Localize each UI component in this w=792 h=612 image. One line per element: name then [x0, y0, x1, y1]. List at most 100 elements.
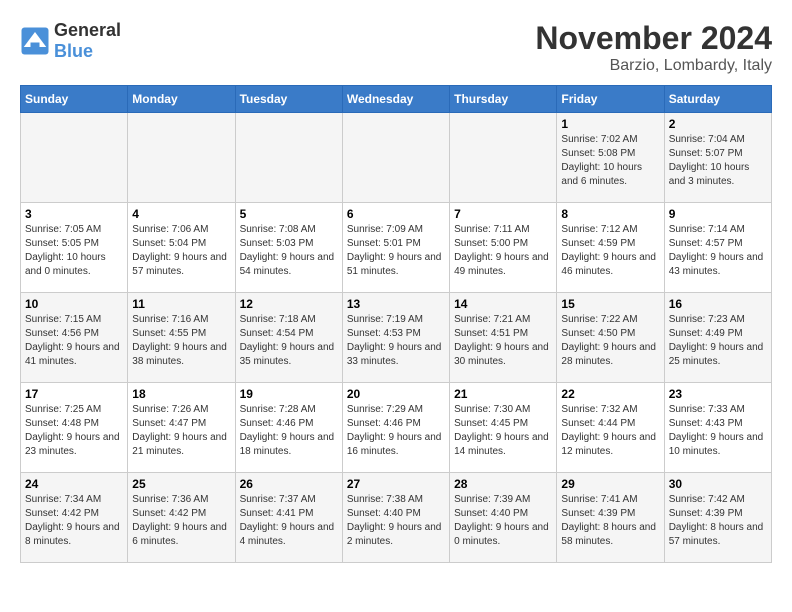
day-info: Sunrise: 7:02 AM Sunset: 5:08 PM Dayligh… — [561, 133, 659, 189]
day-info: Sunrise: 7:41 AM Sunset: 4:39 PM Dayligh… — [561, 493, 659, 549]
calendar-cell: 2 Sunrise: 7:04 AM Sunset: 5:07 PM Daylig… — [664, 113, 771, 203]
weekday-header: Monday — [128, 86, 235, 113]
day-info: Sunrise: 7:38 AM Sunset: 4:40 PM Dayligh… — [347, 493, 445, 549]
day-info: Sunrise: 7:21 AM Sunset: 4:51 PM Dayligh… — [454, 313, 552, 369]
calendar-cell: 15 Sunrise: 7:22 AM Sunset: 4:50 PM Dayli… — [557, 293, 664, 383]
day-number: 17 — [25, 387, 123, 401]
day-number: 26 — [240, 477, 338, 491]
day-info: Sunrise: 7:14 AM Sunset: 4:57 PM Dayligh… — [669, 223, 767, 279]
day-info: Sunrise: 7:25 AM Sunset: 4:48 PM Dayligh… — [25, 403, 123, 459]
day-number: 22 — [561, 387, 659, 401]
day-info: Sunrise: 7:26 AM Sunset: 4:47 PM Dayligh… — [132, 403, 230, 459]
day-info: Sunrise: 7:36 AM Sunset: 4:42 PM Dayligh… — [132, 493, 230, 549]
calendar-cell: 16 Sunrise: 7:23 AM Sunset: 4:49 PM Dayli… — [664, 293, 771, 383]
calendar-cell: 24 Sunrise: 7:34 AM Sunset: 4:42 PM Dayli… — [21, 473, 128, 563]
day-info: Sunrise: 7:30 AM Sunset: 4:45 PM Dayligh… — [454, 403, 552, 459]
day-info: Sunrise: 7:32 AM Sunset: 4:44 PM Dayligh… — [561, 403, 659, 459]
calendar-cell: 19 Sunrise: 7:28 AM Sunset: 4:46 PM Dayli… — [235, 383, 342, 473]
logo-general: General — [54, 20, 121, 40]
weekday-header: Tuesday — [235, 86, 342, 113]
day-info: Sunrise: 7:15 AM Sunset: 4:56 PM Dayligh… — [25, 313, 123, 369]
day-number: 9 — [669, 207, 767, 221]
day-number: 30 — [669, 477, 767, 491]
day-number: 6 — [347, 207, 445, 221]
weekday-header: Sunday — [21, 86, 128, 113]
calendar-cell: 27 Sunrise: 7:38 AM Sunset: 4:40 PM Dayli… — [342, 473, 449, 563]
day-number: 13 — [347, 297, 445, 311]
calendar-cell: 6 Sunrise: 7:09 AM Sunset: 5:01 PM Daylig… — [342, 203, 449, 293]
calendar-cell — [450, 113, 557, 203]
day-info: Sunrise: 7:08 AM Sunset: 5:03 PM Dayligh… — [240, 223, 338, 279]
calendar-cell — [128, 113, 235, 203]
weekday-header: Friday — [557, 86, 664, 113]
calendar-cell: 13 Sunrise: 7:19 AM Sunset: 4:53 PM Dayli… — [342, 293, 449, 383]
calendar-cell: 14 Sunrise: 7:21 AM Sunset: 4:51 PM Dayli… — [450, 293, 557, 383]
day-number: 20 — [347, 387, 445, 401]
day-number: 15 — [561, 297, 659, 311]
day-number: 18 — [132, 387, 230, 401]
day-number: 24 — [25, 477, 123, 491]
day-number: 27 — [347, 477, 445, 491]
calendar-cell: 12Sunrise: 7:18 AM Sunset: 4:54 PM Dayli… — [235, 293, 342, 383]
day-number: 11 — [132, 297, 230, 311]
calendar-cell: 5Sunrise: 7:08 AM Sunset: 5:03 PM Daylig… — [235, 203, 342, 293]
day-info: Sunrise: 7:05 AM Sunset: 5:05 PM Dayligh… — [25, 223, 123, 279]
day-info: Sunrise: 7:04 AM Sunset: 5:07 PM Dayligh… — [669, 133, 767, 189]
title-section: November 2024 Barzio, Lombardy, Italy — [535, 20, 772, 75]
logo-blue: Blue — [54, 41, 93, 61]
day-info: Sunrise: 7:33 AM Sunset: 4:43 PM Dayligh… — [669, 403, 767, 459]
weekday-header: Saturday — [664, 86, 771, 113]
calendar-cell — [21, 113, 128, 203]
day-number: 7 — [454, 207, 552, 221]
day-number: 28 — [454, 477, 552, 491]
day-info: Sunrise: 7:42 AM Sunset: 4:39 PM Dayligh… — [669, 493, 767, 549]
day-info: Sunrise: 7:06 AM Sunset: 5:04 PM Dayligh… — [132, 223, 230, 279]
day-number: 2 — [669, 117, 767, 131]
day-number: 4 — [132, 207, 230, 221]
day-number: 19 — [240, 387, 338, 401]
location-title: Barzio, Lombardy, Italy — [535, 57, 772, 75]
calendar-cell: 30 Sunrise: 7:42 AM Sunset: 4:39 PM Dayli… — [664, 473, 771, 563]
calendar-cell: 22 Sunrise: 7:32 AM Sunset: 4:44 PM Dayli… — [557, 383, 664, 473]
day-number: 23 — [669, 387, 767, 401]
weekday-header: Thursday — [450, 86, 557, 113]
day-info: Sunrise: 7:23 AM Sunset: 4:49 PM Dayligh… — [669, 313, 767, 369]
day-info: Sunrise: 7:11 AM Sunset: 5:00 PM Dayligh… — [454, 223, 552, 279]
calendar-cell: 21Sunrise: 7:30 AM Sunset: 4:45 PM Dayli… — [450, 383, 557, 473]
calendar-cell: 20 Sunrise: 7:29 AM Sunset: 4:46 PM Dayli… — [342, 383, 449, 473]
day-number: 8 — [561, 207, 659, 221]
calendar-cell: 25 Sunrise: 7:36 AM Sunset: 4:42 PM Dayli… — [128, 473, 235, 563]
calendar-cell: 17 Sunrise: 7:25 AM Sunset: 4:48 PM Dayli… — [21, 383, 128, 473]
day-number: 25 — [132, 477, 230, 491]
logo: General Blue — [20, 20, 121, 62]
day-number: 16 — [669, 297, 767, 311]
day-info: Sunrise: 7:34 AM Sunset: 4:42 PM Dayligh… — [25, 493, 123, 549]
calendar-cell: 28 Sunrise: 7:39 AM Sunset: 4:40 PM Dayli… — [450, 473, 557, 563]
calendar-cell — [235, 113, 342, 203]
calendar-cell: 1 Sunrise: 7:02 AM Sunset: 5:08 PM Daylig… — [557, 113, 664, 203]
day-number: 14 — [454, 297, 552, 311]
calendar-cell: 18 Sunrise: 7:26 AM Sunset: 4:47 PM Dayli… — [128, 383, 235, 473]
day-info: Sunrise: 7:19 AM Sunset: 4:53 PM Dayligh… — [347, 313, 445, 369]
day-info: Sunrise: 7:22 AM Sunset: 4:50 PM Dayligh… — [561, 313, 659, 369]
day-info: Sunrise: 7:09 AM Sunset: 5:01 PM Dayligh… — [347, 223, 445, 279]
calendar-table: SundayMondayTuesdayWednesdayThursdayFrid… — [20, 85, 772, 563]
day-info: Sunrise: 7:18 AM Sunset: 4:54 PM Dayligh… — [240, 313, 338, 369]
day-info: Sunrise: 7:37 AM Sunset: 4:41 PM Dayligh… — [240, 493, 338, 549]
day-info: Sunrise: 7:29 AM Sunset: 4:46 PM Dayligh… — [347, 403, 445, 459]
day-number: 1 — [561, 117, 659, 131]
calendar-cell: 3 Sunrise: 7:05 AM Sunset: 5:05 PM Daylig… — [21, 203, 128, 293]
day-number: 10 — [25, 297, 123, 311]
calendar-cell: 8Sunrise: 7:12 AM Sunset: 4:59 PM Daylig… — [557, 203, 664, 293]
day-number: 29 — [561, 477, 659, 491]
month-title: November 2024 — [535, 20, 772, 57]
logo-icon — [20, 26, 50, 56]
day-info: Sunrise: 7:16 AM Sunset: 4:55 PM Dayligh… — [132, 313, 230, 369]
day-number: 3 — [25, 207, 123, 221]
day-info: Sunrise: 7:39 AM Sunset: 4:40 PM Dayligh… — [454, 493, 552, 549]
calendar-cell: 9 Sunrise: 7:14 AM Sunset: 4:57 PM Daylig… — [664, 203, 771, 293]
calendar-cell: 7 Sunrise: 7:11 AM Sunset: 5:00 PM Daylig… — [450, 203, 557, 293]
day-info: Sunrise: 7:28 AM Sunset: 4:46 PM Dayligh… — [240, 403, 338, 459]
calendar-cell: 11 Sunrise: 7:16 AM Sunset: 4:55 PM Dayli… — [128, 293, 235, 383]
calendar-cell: 4 Sunrise: 7:06 AM Sunset: 5:04 PM Daylig… — [128, 203, 235, 293]
